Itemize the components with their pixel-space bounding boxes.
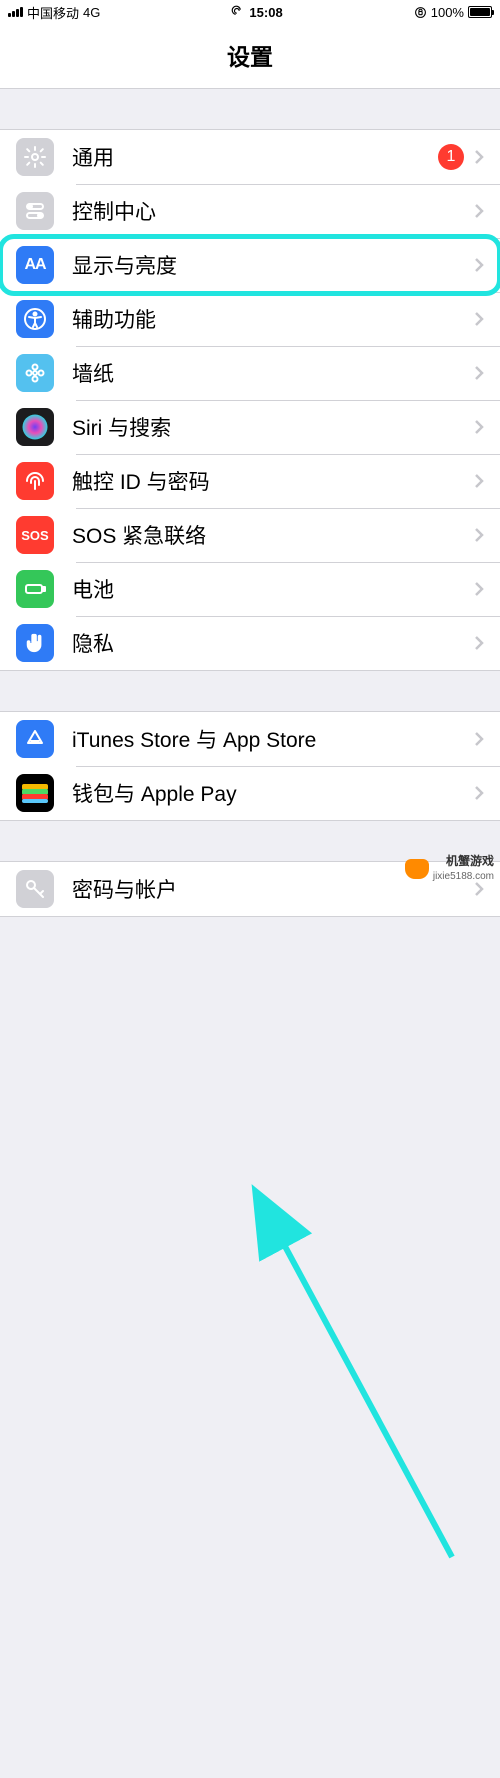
settings-row-privacy[interactable]: 隐私 — [0, 616, 500, 670]
page-title: 设置 — [0, 24, 500, 89]
settings-row-touchid[interactable]: 触控 ID 与密码 — [0, 454, 500, 508]
fingerprint-icon — [16, 462, 54, 500]
carrier-label: 中国移动 — [27, 3, 79, 22]
chevron-right-icon — [474, 527, 484, 543]
appstore-icon — [16, 720, 54, 758]
status-center: 15:08 — [231, 5, 282, 20]
accessibility-icon — [16, 300, 54, 338]
row-label: iTunes Store 与 App Store — [72, 724, 474, 754]
row-label: 控制中心 — [72, 196, 474, 226]
row-label: SOS 紧急联络 — [72, 520, 474, 550]
settings-row-display[interactable]: AA 显示与亮度 — [0, 238, 500, 292]
chevron-right-icon — [474, 473, 484, 489]
row-label: 隐私 — [72, 628, 474, 658]
chevron-right-icon — [474, 311, 484, 327]
row-label: 辅助功能 — [72, 304, 474, 334]
switches-icon — [16, 192, 54, 230]
arrow-annotation — [0, 917, 500, 1778]
settings-row-wallpaper[interactable]: 墙纸 — [0, 346, 500, 400]
watermark-text-bottom: jixie5188.com — [433, 870, 494, 883]
watermark: 机蟹游戏 jixie5188.com — [405, 854, 494, 883]
gear-icon — [16, 138, 54, 176]
network-label: 4G — [83, 5, 100, 20]
battery-pct: 100% — [431, 5, 464, 20]
watermark-logo-icon — [405, 859, 429, 879]
chevron-right-icon — [474, 785, 484, 801]
status-right: 100% — [414, 5, 492, 20]
flower-icon — [16, 354, 54, 392]
hand-icon — [16, 624, 54, 662]
AA-icon: AA — [16, 246, 54, 284]
chevron-right-icon — [474, 203, 484, 219]
chevron-right-icon — [474, 149, 484, 165]
status-left: 中国移动 4G — [8, 3, 100, 22]
chevron-right-icon — [474, 881, 484, 897]
settings-row-siri[interactable]: Siri 与搜索 — [0, 400, 500, 454]
chevron-right-icon — [474, 257, 484, 273]
settings-row-control-center[interactable]: 控制中心 — [0, 184, 500, 238]
row-label: Siri 与搜索 — [72, 412, 474, 442]
settings-row-wallet[interactable]: 钱包与 Apple Pay — [0, 766, 500, 820]
battery-icon — [16, 570, 54, 608]
row-label: 触控 ID 与密码 — [72, 466, 474, 496]
row-label: 电池 — [72, 574, 474, 604]
chevron-right-icon — [474, 419, 484, 435]
wallet-icon — [16, 774, 54, 812]
siri-icon — [16, 408, 54, 446]
signal-icon — [8, 7, 23, 17]
chevron-right-icon — [474, 731, 484, 747]
chevron-right-icon — [474, 635, 484, 651]
hotspot-icon — [231, 5, 245, 19]
watermark-text-top: 机蟹游戏 — [433, 854, 494, 870]
row-label: 通用 — [72, 142, 438, 172]
chevron-right-icon — [474, 365, 484, 381]
settings-row-accessibility[interactable]: 辅助功能 — [0, 292, 500, 346]
settings-row-sos[interactable]: SOS SOS 紧急联络 — [0, 508, 500, 562]
row-label: 显示与亮度 — [72, 250, 474, 280]
notification-badge: 1 — [438, 144, 464, 170]
orientation-lock-icon — [414, 6, 427, 19]
chevron-right-icon — [474, 581, 484, 597]
status-bar: 中国移动 4G 15:08 100% — [0, 0, 500, 24]
SOS-icon: SOS — [16, 516, 54, 554]
row-label: 墙纸 — [72, 358, 474, 388]
settings-row-general[interactable]: 通用1 — [0, 130, 500, 184]
time-label: 15:08 — [249, 5, 282, 20]
battery-icon — [468, 6, 492, 18]
key-icon — [16, 870, 54, 908]
settings-row-battery[interactable]: 电池 — [0, 562, 500, 616]
row-label: 钱包与 Apple Pay — [72, 778, 474, 808]
settings-row-itunes[interactable]: iTunes Store 与 App Store — [0, 712, 500, 766]
